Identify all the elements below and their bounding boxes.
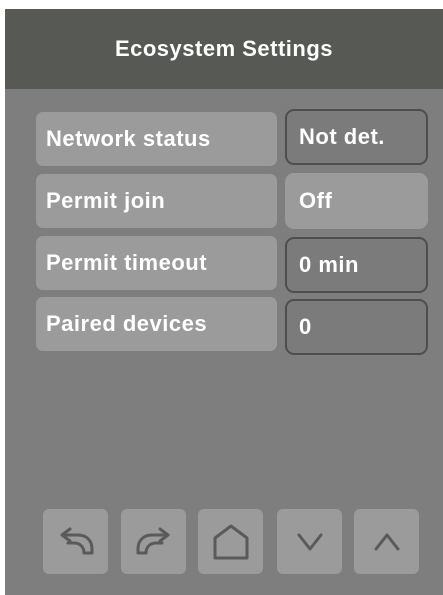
undo-icon	[60, 527, 93, 554]
permit-timeout-value[interactable]: 0 min	[285, 237, 428, 293]
scroll-up-button[interactable]	[354, 509, 419, 574]
device-screen: Ecosystem Settings Network status Not de…	[5, 9, 443, 595]
page-title-text: Ecosystem Settings	[114, 36, 334, 61]
paired-devices-value: 0	[285, 299, 428, 355]
permit-timeout-label: Permit timeout	[36, 236, 277, 290]
paired-devices-label: Paired devices	[36, 297, 277, 351]
home-icon	[213, 524, 248, 559]
chevron-down-icon	[297, 533, 322, 550]
redo-icon	[136, 527, 169, 554]
chevron-up-icon	[374, 533, 399, 550]
home-button[interactable]	[198, 509, 263, 574]
scroll-down-button[interactable]	[277, 509, 342, 574]
permit-join-label: Permit join	[36, 174, 277, 228]
page-title: Ecosystem Settings	[5, 9, 443, 89]
network-status-label: Network status	[36, 112, 277, 166]
undo-button[interactable]	[43, 509, 108, 574]
network-status-value: Not det.	[285, 109, 428, 165]
redo-button[interactable]	[121, 509, 186, 574]
permit-join-toggle[interactable]: Off	[285, 173, 428, 229]
